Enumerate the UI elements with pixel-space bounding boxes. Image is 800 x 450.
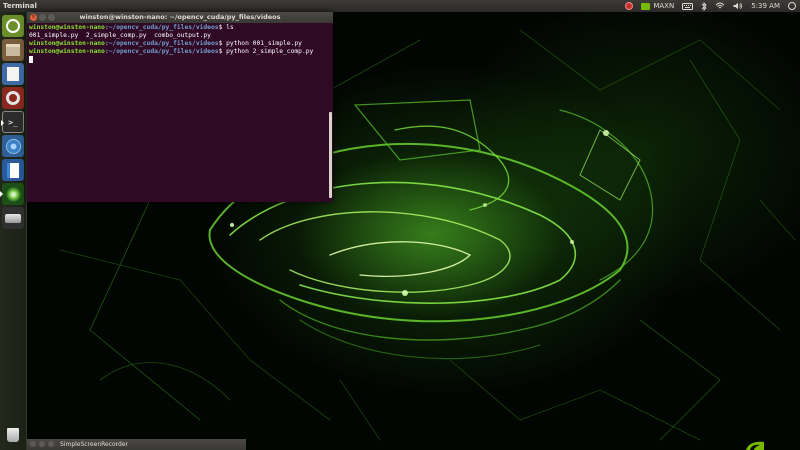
terminal-line: 001_simple.py 2_simple_comp.py combo_out… xyxy=(29,32,331,40)
launcher-text-editor[interactable] xyxy=(2,159,24,181)
prompt-command: $ python 001_simple.py xyxy=(218,40,302,47)
bluetooth-indicator[interactable] xyxy=(697,0,711,12)
launcher-chromium[interactable] xyxy=(2,135,24,157)
launcher-terminal[interactable]: >_ xyxy=(1,111,24,133)
prompt-user: winston@winston-nano xyxy=(29,24,105,31)
prompt-path: :~/opencv_cuda/py_files/videos xyxy=(104,24,219,31)
terminal-output[interactable]: winston@winston-nano:~/opencv_cuda/py_fi… xyxy=(27,23,333,66)
top-panel: Terminal MAXN 5:39 AM xyxy=(0,0,800,12)
terminal-line: winston@winston-nano:~/opencv_cuda/py_fi… xyxy=(29,24,331,32)
keyboard-icon xyxy=(682,2,694,10)
text-editor-icon xyxy=(7,162,19,178)
volume-icon xyxy=(733,2,743,10)
terminal-line: winston@winston-nano:~/opencv_cuda/py_fi… xyxy=(29,48,331,56)
prompt-path: :~/opencv_cuda/py_files/videos xyxy=(104,40,219,47)
launcher-files[interactable] xyxy=(2,39,24,61)
network-indicator[interactable] xyxy=(711,0,729,12)
prompt-command: $ python 2_simple_comp.py xyxy=(218,48,314,55)
browser-icon xyxy=(5,138,21,154)
gear-icon xyxy=(6,91,20,105)
terminal-line xyxy=(29,56,331,65)
bluetooth-icon xyxy=(701,1,707,11)
terminal-window[interactable]: × winston@winston-nano: ~/opencv_cuda/py… xyxy=(27,12,333,202)
system-tray: MAXN 5:39 AM xyxy=(621,0,800,12)
terminal-titlebar[interactable]: × winston@winston-nano: ~/opencv_cuda/py… xyxy=(27,12,333,23)
terminal-line: winston@winston-nano:~/opencv_cuda/py_fi… xyxy=(29,40,331,48)
prompt-user: winston@winston-nano xyxy=(29,48,105,55)
terminal-icon: >_ xyxy=(8,117,18,127)
document-icon xyxy=(7,67,19,81)
terminal-window-title: winston@winston-nano: ~/opencv_cuda/py_f… xyxy=(79,13,281,21)
recorder-window-titlebar[interactable]: SimpleScreenRecorder xyxy=(27,439,246,450)
keyboard-indicator[interactable] xyxy=(678,0,697,12)
unity-launcher: >_ xyxy=(0,12,27,450)
launcher-nvidia-app[interactable] xyxy=(0,183,24,205)
prompt-command: $ ls xyxy=(218,24,234,31)
network-icon xyxy=(715,2,725,9)
prompt-user: winston@winston-nano xyxy=(29,40,105,47)
command-output: 001_simple.py 2_simple_comp.py combo_out… xyxy=(29,32,211,39)
prompt-path: :~/opencv_cuda/py_files/videos xyxy=(104,48,219,55)
trash-icon xyxy=(7,428,19,442)
recorder-window-title: SimpleScreenRecorder xyxy=(60,441,129,448)
folder-icon xyxy=(6,44,20,56)
nvidia-logo xyxy=(746,441,764,450)
nvidia-icon xyxy=(641,2,651,10)
volume-indicator[interactable] xyxy=(729,0,747,12)
launcher-trash[interactable] xyxy=(2,424,24,446)
nvidia-globe-icon xyxy=(5,186,21,202)
shield-icon xyxy=(625,2,634,10)
power-icon xyxy=(788,2,796,10)
drive-icon xyxy=(5,213,21,223)
active-app-title: Terminal xyxy=(3,2,37,10)
maximize-button[interactable] xyxy=(48,441,54,447)
launcher-document-viewer[interactable] xyxy=(2,63,24,85)
session-menu[interactable] xyxy=(784,0,800,12)
text-cursor xyxy=(29,56,33,63)
minimize-button[interactable] xyxy=(39,441,45,447)
update-notifier[interactable] xyxy=(621,0,637,12)
power-mode-label: MAXN xyxy=(653,2,675,10)
terminal-scrollbar[interactable] xyxy=(329,112,332,198)
ubuntu-logo-icon xyxy=(6,19,20,33)
clock[interactable]: 5:39 AM xyxy=(747,0,784,12)
nvidia-power-mode[interactable]: MAXN xyxy=(637,0,678,12)
launcher-drive[interactable] xyxy=(2,207,24,229)
launcher-dash-button[interactable] xyxy=(2,15,24,37)
close-button[interactable] xyxy=(30,441,36,447)
launcher-system-settings[interactable] xyxy=(2,87,24,109)
